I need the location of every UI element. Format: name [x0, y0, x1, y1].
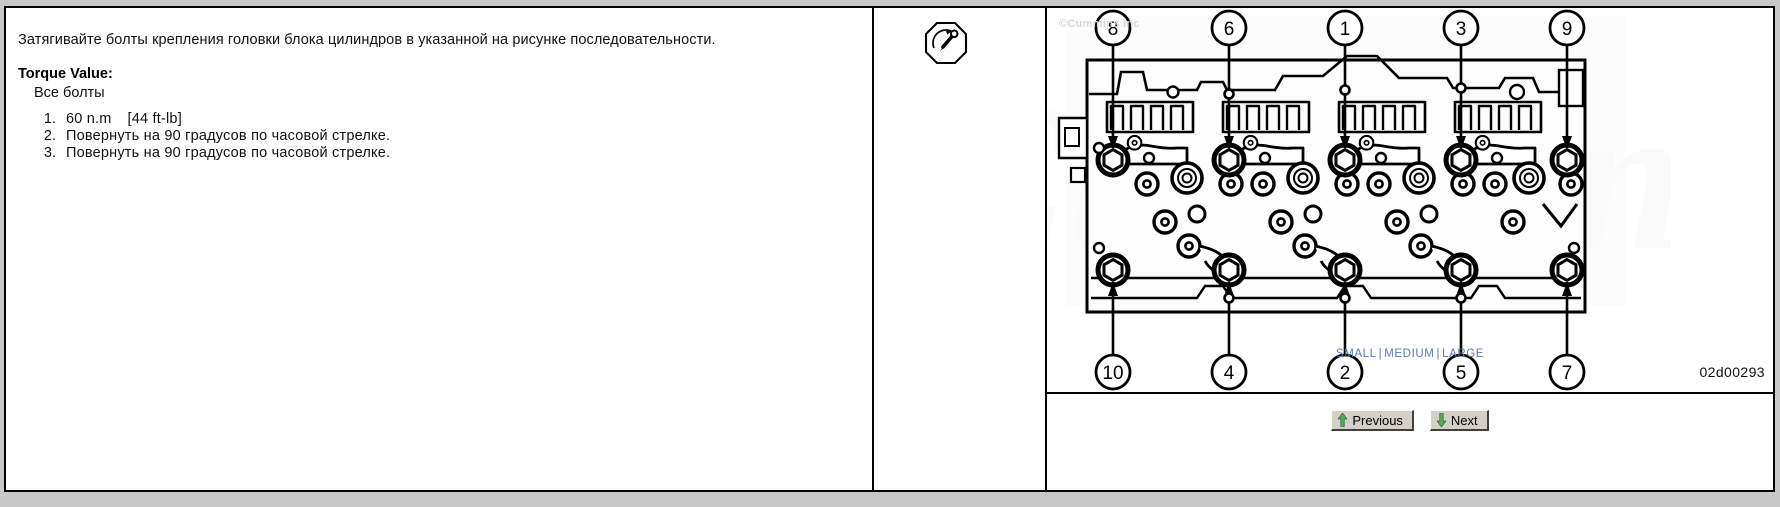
size-link-small[interactable]: SMALL: [1336, 348, 1377, 360]
callout-bubble: 7: [1548, 353, 1586, 391]
link-separator: |: [1436, 348, 1441, 360]
torque-subject-label: Все болты: [34, 85, 105, 101]
procedure-table: Затягивайте болты крепления головки блок…: [4, 6, 1775, 492]
callout-label: 2: [1340, 363, 1351, 384]
step-value: 60 n.m: [66, 111, 112, 127]
instruction-cell: Затягивайте болты крепления головки блок…: [6, 8, 872, 490]
callout-label: 1: [1340, 19, 1351, 40]
list-item: Повернуть на 90 градусов по часовой стре…: [60, 128, 390, 145]
torque-value-heading: Torque Value:: [18, 66, 113, 82]
instruction-text: Затягивайте болты крепления головки блок…: [18, 32, 716, 48]
figure-id-label: 02d00293: [1699, 364, 1765, 380]
callout-bubble: 4: [1210, 353, 1248, 391]
figure-image-area: Cummins: [1047, 8, 1773, 394]
link-separator: |: [1378, 348, 1383, 360]
next-button-label: Next: [1450, 412, 1478, 428]
copyright-notice: ©Cummins Inc: [1059, 18, 1140, 30]
next-button[interactable]: Next: [1429, 410, 1489, 431]
figure-cell: Cummins: [1047, 8, 1773, 490]
step-value: Повернуть на 90 градусов по часовой стре…: [66, 128, 391, 144]
callout-label: 10: [1102, 363, 1123, 384]
callout-bubble: 6: [1210, 9, 1248, 47]
callout-bubble: 1: [1326, 9, 1364, 47]
callout-bubble: 5: [1442, 353, 1480, 391]
callout-label: 9: [1562, 19, 1573, 40]
navigation-area: Previous Next: [1047, 394, 1773, 490]
callout-label: 5: [1456, 363, 1467, 384]
size-link-medium[interactable]: MEDIUM: [1384, 348, 1434, 360]
previous-button[interactable]: Previous: [1331, 410, 1414, 431]
image-size-links: SMALL | MEDIUM | LARGE: [1047, 348, 1773, 360]
size-link-large[interactable]: LARGE: [1442, 348, 1484, 360]
callout-bubble: 10: [1094, 353, 1132, 391]
callout-label: 7: [1562, 363, 1573, 384]
icon-cell: [872, 8, 1047, 490]
arrow-down-icon: [1436, 413, 1446, 427]
page-root: Затягивайте болты крепления головки блок…: [0, 0, 1780, 507]
callout-label: 6: [1224, 19, 1235, 40]
callout-bubble: 3: [1442, 9, 1480, 47]
arrow-up-icon: [1338, 413, 1348, 427]
list-item: Повернуть на 90 градусов по часовой стре…: [60, 145, 390, 162]
list-item: 60 n.m [44 ft-lb]: [60, 111, 390, 128]
navigation-buttons: Previous Next: [1047, 410, 1773, 431]
torque-steps-list: 60 n.m [44 ft-lb] Повернуть на 90 градусо…: [32, 111, 390, 162]
callout-label: 3: [1456, 19, 1467, 40]
callout-bubble: 2: [1326, 353, 1364, 391]
step-value: Повернуть на 90 градусов по часовой стре…: [66, 145, 391, 161]
callout-bubble: 9: [1548, 9, 1586, 47]
torque-wrench-icon: [924, 21, 968, 65]
step-alt-value: [44 ft-lb]: [127, 111, 182, 127]
previous-button-label: Previous: [1352, 412, 1403, 428]
callout-label: 4: [1224, 363, 1235, 384]
cylinder-head-diagram: Cummins: [1047, 8, 1671, 392]
